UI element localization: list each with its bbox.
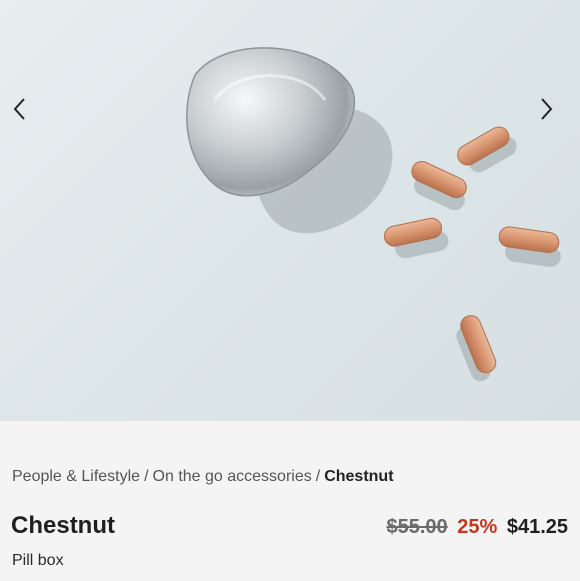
capsule [498,226,561,267]
carousel-prev-button[interactable] [10,96,44,130]
chevron-left-icon [13,98,25,120]
product-photo [186,47,561,382]
carousel-next-button[interactable] [536,96,570,130]
breadcrumb-separator: / [144,468,149,485]
breadcrumb: People & Lifestyle / On the go accessories… [12,468,394,486]
breadcrumb-on-the-go-accessories[interactable]: On the go accessories [153,468,312,485]
product-title: Chestnut [11,512,115,539]
capsule [383,217,449,259]
capsule [456,315,497,382]
breadcrumb-current: Chestnut [324,468,394,485]
discount-percent: 25% [457,516,498,538]
capsule [457,126,517,173]
original-price: $55.00 [386,516,448,538]
product-subtitle: Pill box [12,552,64,569]
sale-price: $41.25 [506,516,568,538]
breadcrumb-separator: / [315,468,321,485]
capsule [411,161,467,211]
product-image-carousel[interactable] [0,0,580,420]
product-info: People & Lifestyle / On the go accessories… [0,420,580,581]
price-block: $55.00 25% $41.25 [387,516,569,539]
chevron-right-icon [541,98,553,120]
breadcrumb-people-lifestyle[interactable]: People & Lifestyle [12,468,140,485]
